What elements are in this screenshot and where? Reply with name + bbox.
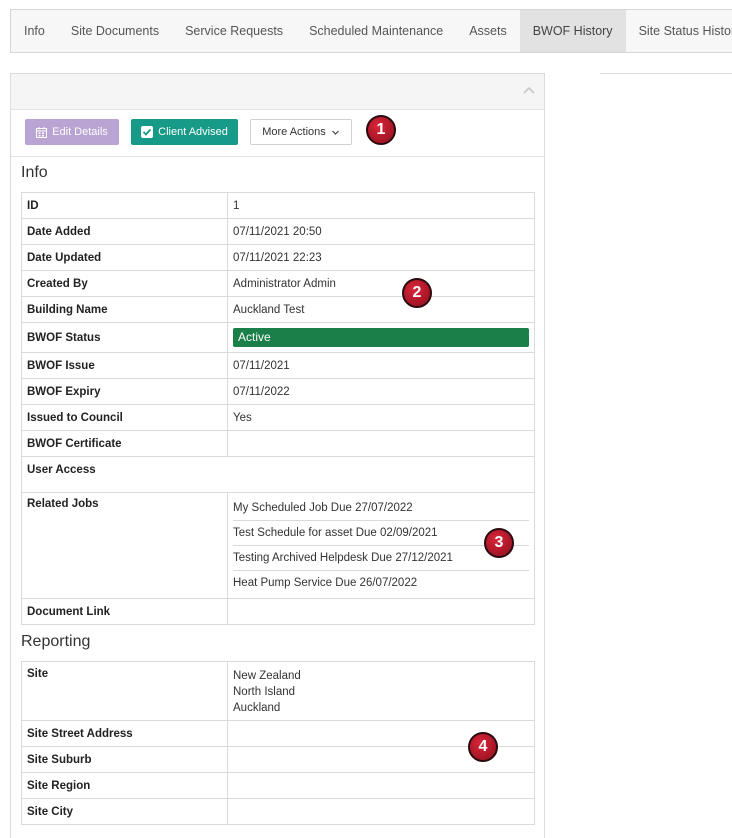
date-updated-value: 07/11/2021 22:23 [227,244,535,271]
tab-bwof-history[interactable]: BWOF History [519,10,626,52]
bwof-certificate-label: BWOF Certificate [21,430,228,457]
site-island: North Island [233,686,296,698]
table-row: Date Updated 07/11/2021 22:23 [21,244,535,271]
client-advised-button[interactable]: Client Advised [131,119,238,145]
tab-service-requests[interactable]: Service Requests [172,10,296,52]
more-actions-label: More Actions [262,126,326,138]
document-link-value [227,598,535,625]
client-advised-label: Client Advised [158,126,228,138]
date-added-value: 07/11/2021 20:50 [227,218,535,245]
id-value: 1 [227,192,535,219]
annotation-marker-2: 2 [402,278,432,308]
divider [600,73,732,74]
tab-assets[interactable]: Assets [456,10,520,52]
bwof-expiry-label: BWOF Expiry [21,378,228,405]
info-section-title: Info [21,164,48,181]
action-toolbar: Edit Details Client Advised More Actions [25,119,352,146]
table-row: Created By Administrator Admin [21,270,535,297]
document-link-label: Document Link [21,598,228,625]
status-badge: Active [233,328,529,347]
bwof-status-label: BWOF Status [21,322,228,353]
site-country: New Zealand [233,670,301,682]
table-row: BWOF Status Active [21,322,535,353]
table-row: Site City [21,798,535,825]
tab-site-status-history[interactable]: Site Status History [626,10,732,52]
bwof-certificate-value [227,430,535,457]
id-label: ID [21,192,228,219]
site-label: Site [21,661,228,721]
annotation-marker-3: 3 [484,528,514,558]
site-city-value [227,798,535,825]
bwof-panel: Edit Details Client Advised More Actions… [10,73,545,838]
bwof-issue-value: 07/11/2021 [227,352,535,379]
tab-scheduled-maintenance[interactable]: Scheduled Maintenance [296,10,456,52]
issued-to-council-value: Yes [227,404,535,431]
reporting-section-title: Reporting [21,633,91,650]
calendar-icon [36,126,48,138]
date-added-label: Date Added [21,218,228,245]
checkbox-checked-icon [141,126,154,138]
reporting-table: Site New Zealand North Island Auckland S… [21,661,535,825]
table-row: Site Street Address [21,720,535,747]
building-name-label: Building Name [21,296,228,323]
list-item[interactable]: My Scheduled Job Due 27/07/2022 [233,496,529,521]
site-city-label: Site City [21,798,228,825]
issued-to-council-label: Issued to Council [21,404,228,431]
bwof-issue-label: BWOF Issue [21,352,228,379]
list-item[interactable]: Testing Archived Helpdesk Due 27/12/2021 [233,546,529,571]
edit-details-label: Edit Details [52,126,108,138]
table-row: Document Link [21,598,535,625]
related-jobs-label: Related Jobs [21,492,228,599]
table-row: BWOF Certificate [21,430,535,457]
tab-site-documents[interactable]: Site Documents [58,10,172,52]
tab-bar: Info Site Documents Service Requests Sch… [10,9,732,53]
info-table: ID 1 Date Added 07/11/2021 20:50 Date Up… [21,192,535,625]
panel-header [11,74,544,110]
annotation-marker-1: 1 [366,115,396,145]
table-row: Date Added 07/11/2021 20:50 [21,218,535,245]
site-region-value [227,772,535,799]
bwof-expiry-value: 07/11/2022 [227,378,535,405]
site-street-label: Site Street Address [21,720,228,747]
site-suburb-label: Site Suburb [21,746,228,773]
date-updated-label: Date Updated [21,244,228,271]
annotation-marker-4: 4 [468,732,498,762]
site-region-label: Site Region [21,772,228,799]
table-row: BWOF Issue 07/11/2021 [21,352,535,379]
list-item[interactable]: Heat Pump Service Due 26/07/2022 [233,571,529,595]
chevron-up-icon[interactable] [522,83,536,97]
table-row: User Access [21,456,535,483]
table-row: BWOF Expiry 07/11/2022 [21,378,535,405]
table-row: ID 1 [21,192,535,219]
table-row: Building Name Auckland Test [21,296,535,323]
table-row: Site Suburb [21,746,535,773]
table-row: Site Region [21,772,535,799]
table-row [21,482,535,493]
table-row: Related Jobs My Scheduled Job Due 27/07/… [21,492,535,599]
edit-details-button[interactable]: Edit Details [25,119,119,145]
more-actions-dropdown[interactable]: More Actions [250,119,352,145]
tab-info[interactable]: Info [11,10,58,52]
created-by-value: Administrator Admin [227,270,535,297]
created-by-label: Created By [21,270,228,297]
chevron-down-icon [331,130,339,135]
building-name-value: Auckland Test [227,296,535,323]
divider [11,156,544,157]
site-city-line: Auckland [233,702,281,714]
table-row: Issued to Council Yes [21,404,535,431]
table-row: Site New Zealand North Island Auckland [21,661,535,721]
site-value: New Zealand North Island Auckland [227,661,535,721]
user-access-value [21,482,535,493]
user-access-label: User Access [21,456,535,483]
bwof-status-cell: Active [227,322,535,353]
